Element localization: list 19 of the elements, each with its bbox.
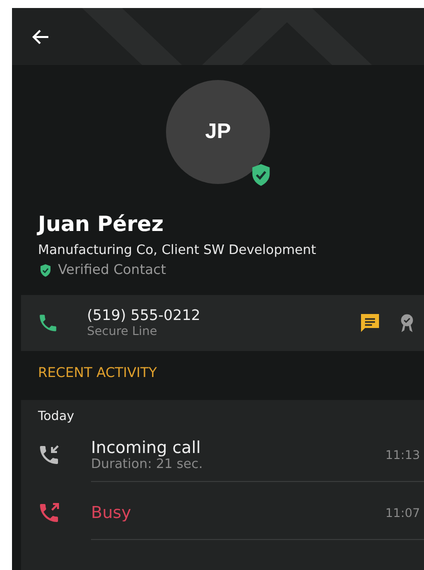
call-time: 11:13 bbox=[385, 448, 420, 462]
call-duration: Duration: 21 sec. bbox=[91, 456, 204, 472]
incoming-call-icon bbox=[37, 443, 61, 467]
phone-label: Secure Line bbox=[87, 324, 158, 338]
day-label: Today bbox=[38, 408, 74, 423]
phone-icon bbox=[37, 312, 59, 334]
verified-label: Verified Contact bbox=[58, 262, 166, 278]
call-time: 11:07 bbox=[385, 506, 420, 520]
contact-company: Manufacturing Co, Client SW Development bbox=[38, 243, 318, 258]
avatar: JP bbox=[166, 80, 270, 184]
outgoing-call-icon bbox=[37, 501, 61, 525]
shield-icon bbox=[38, 262, 53, 278]
phone-row[interactable]: (519) 555-0212 Secure Line bbox=[21, 295, 424, 351]
section-title: RECENT ACTIVITY bbox=[38, 365, 157, 381]
call-title: Incoming call bbox=[91, 438, 202, 456]
call-title: Busy bbox=[91, 503, 132, 522]
message-button[interactable] bbox=[358, 311, 382, 335]
phone-number: (519) 555-0212 bbox=[87, 308, 202, 324]
contact-name: Juan Pérez bbox=[38, 212, 165, 236]
